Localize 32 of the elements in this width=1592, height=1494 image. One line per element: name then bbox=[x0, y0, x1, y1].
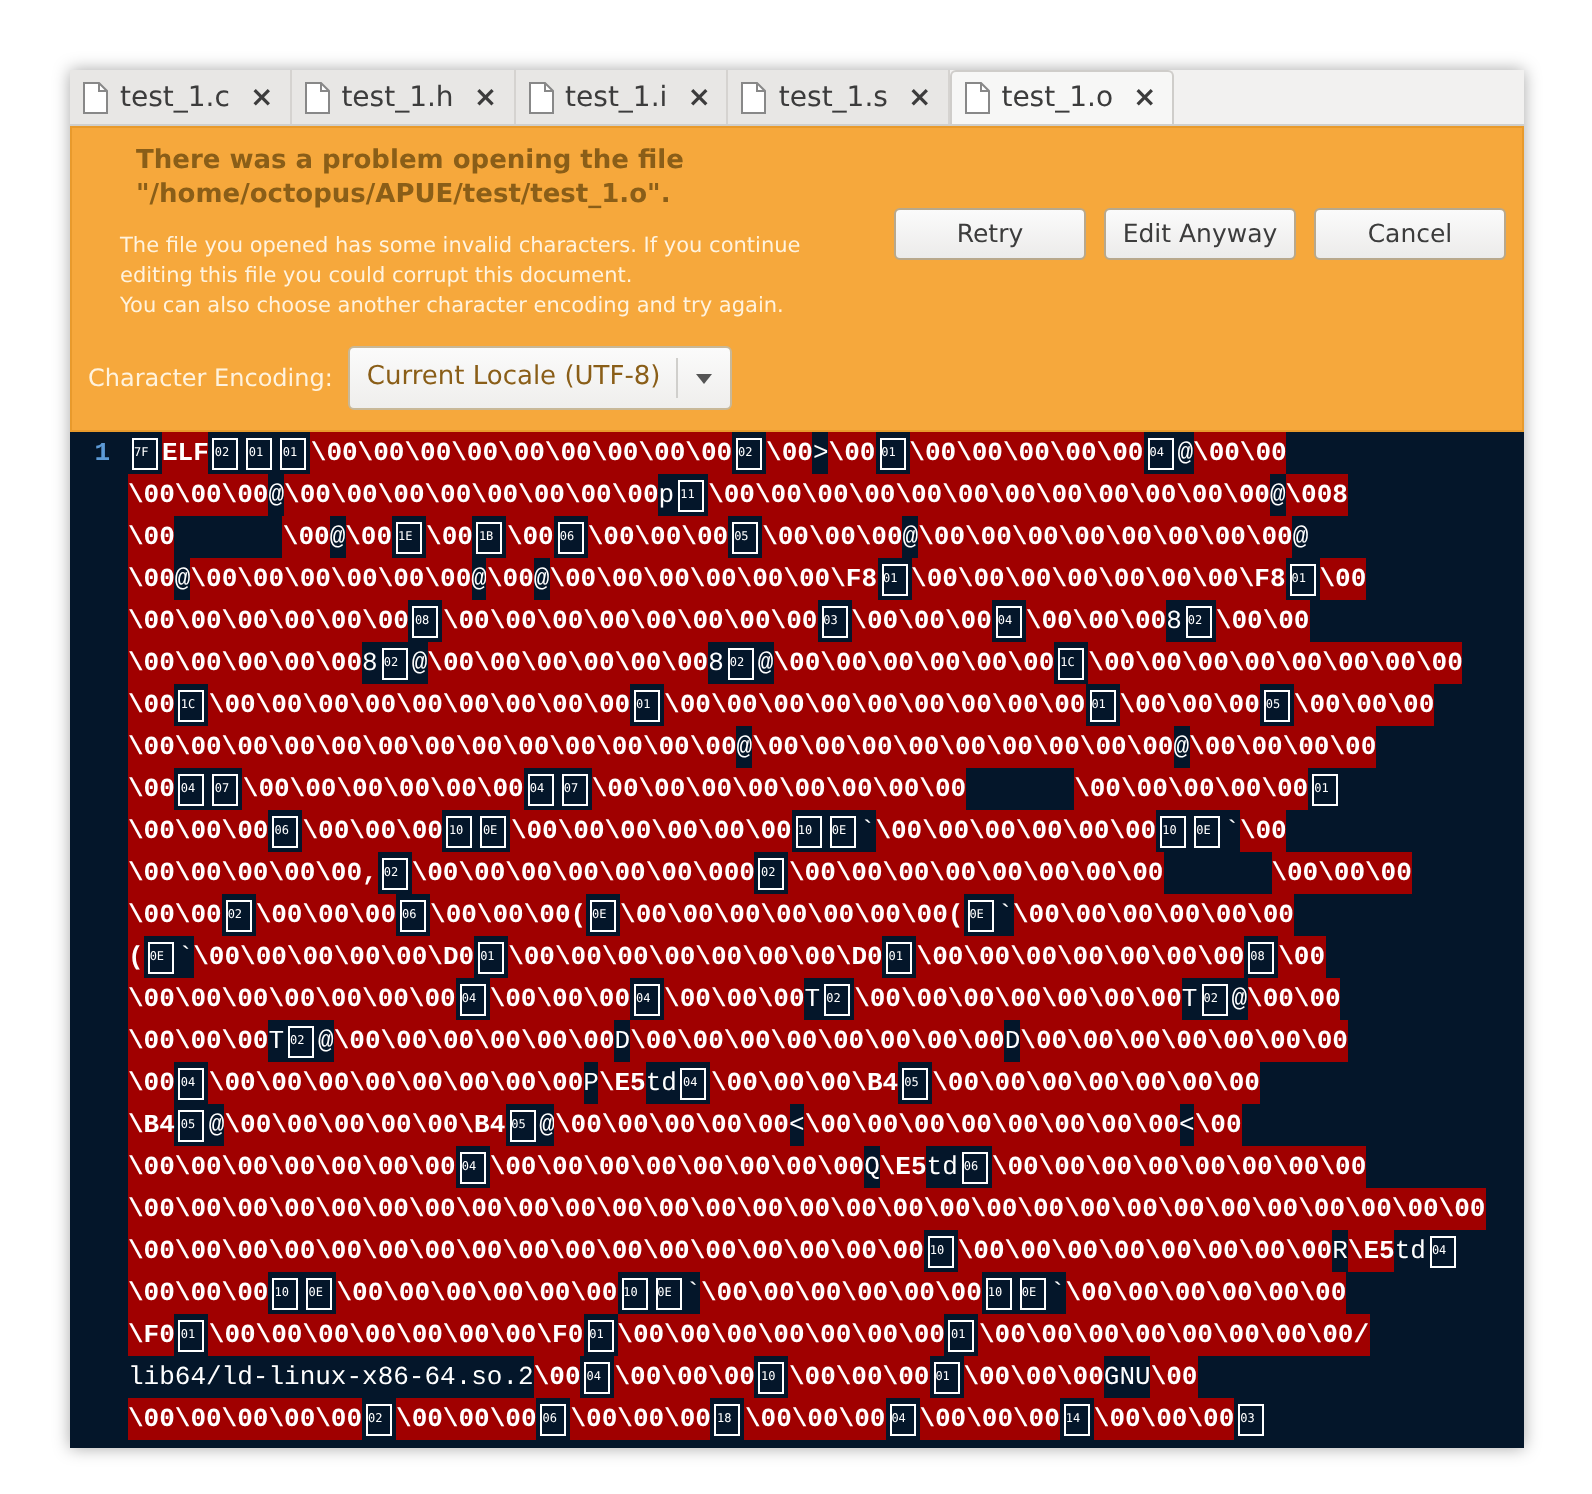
close-icon[interactable]: × bbox=[249, 81, 274, 113]
action-button[interactable]: Edit Anyway bbox=[1104, 207, 1296, 259]
encoding-dropdown[interactable]: Current Locale (UTF-8) bbox=[348, 346, 733, 410]
tab-label: test_1.c bbox=[120, 81, 230, 113]
close-icon[interactable]: × bbox=[687, 81, 711, 113]
tab-label: test_1.s bbox=[778, 81, 888, 113]
error-message: You can also choose another character encoding and try again. bbox=[120, 292, 786, 322]
file-tab[interactable]: test_1.i × bbox=[515, 70, 729, 124]
tab-label: test_1.h bbox=[341, 81, 454, 113]
document-icon bbox=[303, 81, 330, 113]
tab-label: test_1.o bbox=[1001, 82, 1114, 114]
error-message: editing this file you could corrupt this document. bbox=[120, 262, 635, 292]
action-button[interactable]: Cancel bbox=[1314, 207, 1506, 259]
file-tab[interactable]: test_1.h × bbox=[291, 70, 516, 124]
encoding-label: Character Encoding: bbox=[88, 364, 333, 392]
close-icon[interactable]: × bbox=[473, 81, 498, 113]
file-tab[interactable]: test_1.c × bbox=[70, 70, 292, 124]
binary-text-line: \00\00\00\00\00\00\00\00\00\00\00\00\00@\00\00\00\00\00\00\00\00\00@\00\00\00\00 bbox=[128, 726, 1486, 768]
error-title: There was a problem opening the file "/home/octopus/APUE/test/test_1.o". bbox=[136, 144, 686, 212]
error-message: The file you opened has some invalid characters. If you continue bbox=[120, 232, 803, 262]
document-icon bbox=[740, 81, 767, 113]
document-icon bbox=[963, 82, 990, 114]
document-icon bbox=[82, 81, 108, 113]
caret-icon bbox=[696, 373, 713, 383]
tab-label: test_1.i bbox=[565, 81, 668, 113]
action-button[interactable]: Retry bbox=[894, 207, 1086, 259]
file-tab[interactable]: test_1.s × bbox=[728, 70, 950, 124]
line-number: 1 bbox=[94, 436, 110, 472]
file-tab[interactable]: test_1.o × bbox=[949, 70, 1175, 124]
close-icon[interactable]: × bbox=[907, 81, 932, 113]
close-icon[interactable]: × bbox=[1133, 82, 1157, 114]
document-icon bbox=[527, 81, 554, 113]
